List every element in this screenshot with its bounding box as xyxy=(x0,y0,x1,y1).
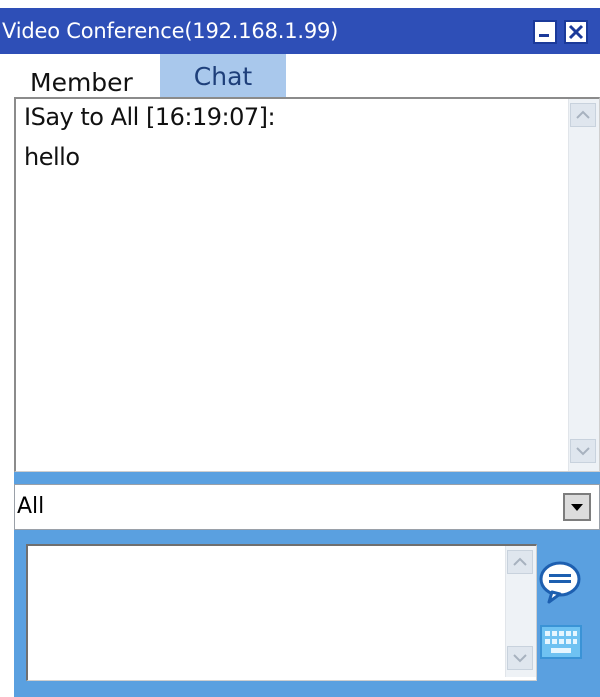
tab-chat-label: Chat xyxy=(193,62,253,91)
chat-message-header: ISay to All [16:19:07]: xyxy=(24,103,276,131)
scroll-up-button[interactable] xyxy=(570,103,596,127)
chevron-down-icon xyxy=(513,654,527,663)
close-icon xyxy=(568,24,584,40)
dropdown-button[interactable] xyxy=(563,493,591,521)
composer-panel xyxy=(14,530,600,697)
tab-chat[interactable]: Chat xyxy=(160,54,286,98)
message-scrollbar[interactable] xyxy=(505,546,536,677)
message-scroll-up-button[interactable] xyxy=(507,550,533,574)
chevron-up-icon xyxy=(576,110,590,119)
chat-history-scrollbar[interactable] xyxy=(568,99,599,471)
send-button[interactable] xyxy=(536,558,584,606)
title-bar: Video Conference(192.168.1.99) xyxy=(0,8,600,54)
speech-bubble-icon xyxy=(539,561,581,604)
message-scroll-down-button[interactable] xyxy=(507,646,533,670)
minimize-icon xyxy=(539,34,549,37)
chat-message-text: hello xyxy=(24,143,80,171)
tab-member-label: Member xyxy=(30,68,133,97)
recipient-select-value: All xyxy=(17,494,45,519)
recipient-select[interactable]: All xyxy=(14,484,600,530)
chevron-up-icon xyxy=(513,557,527,566)
tab-member[interactable]: Member xyxy=(16,60,158,100)
chevron-down-icon xyxy=(571,504,583,511)
chat-history[interactable]: ISay to All [16:19:07]: hello xyxy=(14,97,600,472)
scroll-down-button[interactable] xyxy=(570,439,596,463)
chevron-down-icon xyxy=(576,447,590,456)
message-box[interactable] xyxy=(26,544,537,681)
keyboard-icon xyxy=(540,625,582,659)
close-button[interactable] xyxy=(564,20,588,44)
panel-divider xyxy=(14,472,600,484)
minimize-button[interactable] xyxy=(533,20,557,44)
keyboard-button[interactable] xyxy=(539,622,583,662)
window-title: Video Conference(192.168.1.99) xyxy=(2,19,339,43)
message-input[interactable] xyxy=(28,546,498,674)
